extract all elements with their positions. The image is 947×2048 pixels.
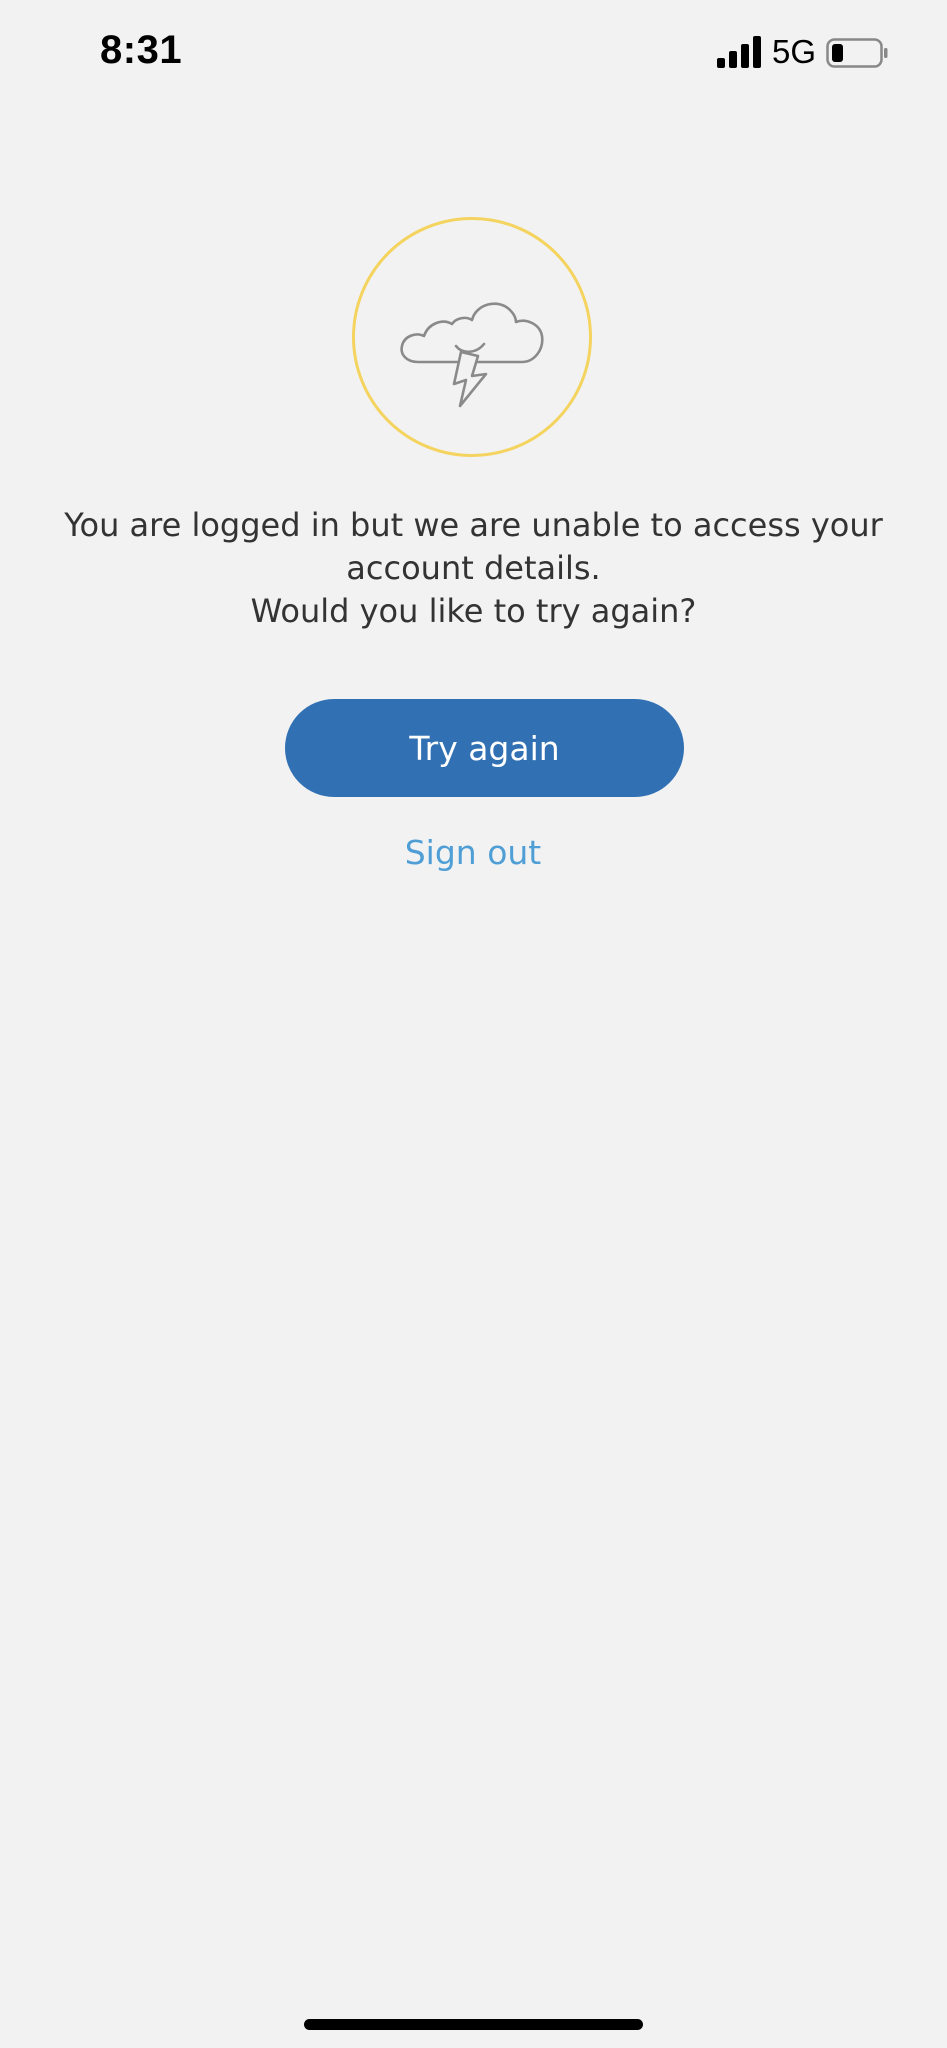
error-message: You are logged in but we are unable to a…	[40, 504, 907, 633]
try-again-button[interactable]: Try again	[285, 699, 684, 797]
home-indicator[interactable]	[304, 2019, 643, 2030]
network-type: 5G	[772, 33, 817, 70]
status-bar: 8:31 5G	[0, 0, 947, 110]
error-message-line: Would you like to try again?	[250, 592, 697, 630]
error-message-line: account details.	[346, 549, 601, 587]
status-time: 8:31	[100, 28, 183, 72]
signal-bars-icon	[717, 36, 761, 68]
battery-low-icon	[826, 38, 888, 68]
error-message-line: You are logged in but we are unable to a…	[64, 506, 883, 544]
sign-out-link[interactable]: Sign out	[373, 829, 573, 877]
storm-cloud-icon	[400, 302, 544, 408]
